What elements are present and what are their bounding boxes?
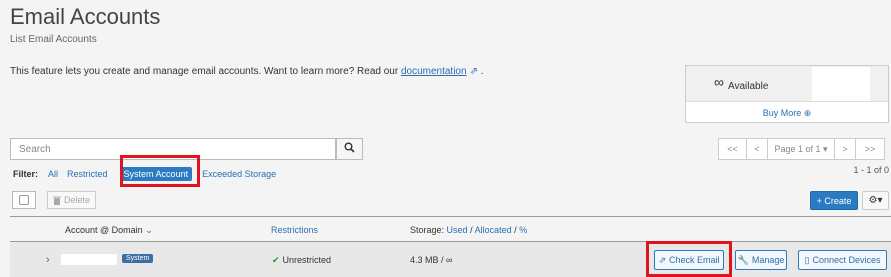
table-header: Account @ Domain ⌄ Restrictions Storage:… bbox=[10, 216, 891, 242]
filter-exceeded-storage[interactable]: Exceeded Storage bbox=[202, 169, 276, 179]
buy-more-link[interactable]: Buy More ⊕ bbox=[686, 108, 888, 119]
filter-label: Filter: bbox=[13, 169, 39, 179]
sort-percent[interactable]: % bbox=[519, 225, 527, 235]
available-row: ∞ Available bbox=[686, 66, 888, 102]
sort-used[interactable]: Used bbox=[447, 225, 468, 235]
external-link-icon[interactable]: ⇗ bbox=[470, 66, 478, 77]
manage-label: Manage bbox=[751, 255, 785, 265]
storage-prefix: Storage: bbox=[410, 225, 445, 235]
checkmark-icon: ✔ bbox=[272, 255, 280, 265]
account-name bbox=[61, 254, 117, 265]
intro-text: This feature lets you create and manage … bbox=[10, 66, 484, 77]
intro-sentence: This feature lets you create and manage … bbox=[10, 66, 399, 77]
last-page-button[interactable]: >> bbox=[855, 138, 885, 160]
results-count: 1 - 1 of 0 bbox=[853, 165, 889, 175]
account-column-header[interactable]: Account @ Domain ⌄ bbox=[65, 225, 153, 236]
settings-dropdown[interactable]: ⚙▾ bbox=[862, 191, 889, 210]
search-icon bbox=[344, 142, 355, 153]
intro-trailing: . bbox=[480, 66, 484, 77]
sort-allocated[interactable]: Allocated bbox=[475, 225, 512, 235]
connect-devices-label: Connect Devices bbox=[812, 255, 881, 265]
gear-icon: ⚙▾ bbox=[868, 195, 883, 206]
available-label: Available bbox=[728, 81, 769, 92]
chevron-down-icon: ⌄ bbox=[145, 225, 153, 235]
first-page-button[interactable]: << bbox=[718, 138, 747, 160]
system-badge: System bbox=[122, 254, 154, 263]
select-all-checkbox[interactable] bbox=[12, 191, 36, 209]
filter-all[interactable]: All bbox=[48, 169, 58, 179]
separator: / bbox=[514, 225, 517, 235]
manage-button[interactable]: 🔧 Manage bbox=[735, 250, 787, 270]
delete-button[interactable]: Delete bbox=[47, 191, 96, 209]
infinity-icon: ∞ bbox=[714, 74, 724, 90]
page-title: Email Accounts bbox=[10, 4, 161, 29]
page-subtitle: List Email Accounts bbox=[10, 34, 97, 45]
pagination: << < Page 1 of 1 ▾ > >> bbox=[718, 138, 885, 160]
create-button[interactable]: + Create bbox=[810, 191, 858, 210]
wrench-icon: 🔧 bbox=[737, 254, 749, 265]
restrictions-column-header[interactable]: Restrictions bbox=[271, 225, 318, 235]
delete-label: Delete bbox=[63, 195, 90, 205]
storage-cell: 4.3 MB / ∞ bbox=[410, 255, 453, 265]
checkbox-square bbox=[19, 195, 29, 205]
separator: / bbox=[470, 225, 473, 235]
table-row: › System ✔ Unrestricted 4.3 MB / ∞ ⇗ Chec… bbox=[10, 242, 891, 277]
restrictions-value: Unrestricted bbox=[282, 255, 332, 265]
prev-page-button[interactable]: < bbox=[746, 138, 768, 160]
mobile-icon: ▯ bbox=[804, 254, 810, 265]
restrictions-cell: ✔ Unrestricted bbox=[272, 255, 331, 266]
highlight-box-filter bbox=[120, 155, 200, 187]
documentation-link[interactable]: documentation bbox=[401, 66, 467, 77]
account-header-label: Account @ Domain bbox=[65, 225, 143, 235]
next-page-button[interactable]: > bbox=[834, 138, 856, 160]
search-button[interactable] bbox=[336, 138, 363, 160]
filter-restricted[interactable]: Restricted bbox=[67, 169, 108, 179]
storage-column-header: Storage: Used / Allocated / % bbox=[410, 225, 527, 235]
page-select[interactable]: Page 1 of 1 ▾ bbox=[767, 138, 835, 160]
highlight-box-check-email bbox=[646, 241, 732, 277]
usage-box bbox=[812, 67, 870, 101]
expand-row-icon[interactable]: › bbox=[46, 254, 50, 266]
stats-panel: ∞ Available Buy More ⊕ bbox=[685, 65, 889, 123]
connect-devices-button[interactable]: ▯ Connect Devices bbox=[798, 250, 887, 270]
trash-icon bbox=[52, 196, 61, 205]
